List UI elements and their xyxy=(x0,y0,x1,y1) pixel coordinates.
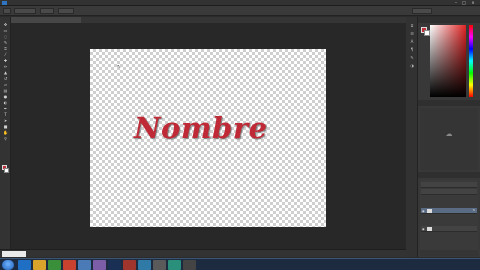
fx-icon[interactable]: fx xyxy=(473,208,475,214)
photoshop-logo-icon[interactable] xyxy=(2,1,7,5)
collapsed-panel-icons: ⧖ ☰ A ¶ ✎ ◑ xyxy=(406,17,418,257)
menu-item-type[interactable] xyxy=(42,1,48,5)
menu-item-file[interactable] xyxy=(10,1,16,5)
background-color-swatch[interactable] xyxy=(4,168,9,173)
tab-paths[interactable] xyxy=(449,173,459,177)
tab-color[interactable] xyxy=(421,18,431,22)
history-brush-icon[interactable]: ↺ xyxy=(3,77,8,81)
chrome-icon[interactable] xyxy=(63,260,76,270)
mouse-cursor-icon: ↖ xyxy=(117,64,122,70)
options-bar xyxy=(0,6,480,16)
properties-panel-icon[interactable]: ☰ xyxy=(409,31,415,36)
layer-filter-row[interactable] xyxy=(421,182,477,188)
quick-select-icon[interactable]: ✎ xyxy=(3,41,8,45)
system-tray xyxy=(444,260,478,270)
media-icon[interactable] xyxy=(48,260,61,270)
history-panel-icon[interactable]: ⧖ xyxy=(409,23,415,28)
tab-libraries[interactable] xyxy=(421,101,435,105)
app-icon[interactable] xyxy=(93,260,106,270)
windows-taskbar xyxy=(0,258,480,270)
app-icon[interactable] xyxy=(138,260,151,270)
layer-thumbnail xyxy=(427,209,432,213)
creative-cloud-icon: ☁ xyxy=(445,130,453,138)
color-panel-tabs xyxy=(418,17,480,23)
tool-preset-picker[interactable] xyxy=(3,8,11,14)
libraries-panel xyxy=(420,108,478,170)
tab-adjustments[interactable] xyxy=(438,101,452,105)
stamp-icon[interactable]: ▲ xyxy=(3,71,8,75)
workspace-switcher[interactable] xyxy=(412,8,432,14)
eye-icon[interactable]: ◉ xyxy=(422,227,426,231)
hand-icon[interactable]: ✋ xyxy=(3,131,8,135)
brush-icon[interactable]: ✏ xyxy=(3,65,8,69)
tab-channels[interactable] xyxy=(434,173,446,177)
gradient-icon[interactable]: ▤ xyxy=(3,89,8,93)
hue-slider[interactable] xyxy=(469,25,473,97)
app-icon[interactable] xyxy=(183,260,196,270)
layer-blend-row[interactable] xyxy=(421,189,477,195)
menu-item-image[interactable] xyxy=(26,1,32,5)
app-icon[interactable] xyxy=(78,260,91,270)
healing-icon[interactable]: ✚ xyxy=(3,59,8,63)
dodge-icon[interactable]: ◐ xyxy=(3,101,8,105)
eyedropper-icon[interactable]: ⁄ xyxy=(3,53,8,57)
crop-icon[interactable]: ⌗ xyxy=(3,47,8,51)
tools-panel: ✥ ▭ ◌ ✎ ⌗ ⁄ ✚ ✏ ▲ ↺ ▱ ▤ ● ◐ ✒ T ➤ ■ ✋ ⚲ xyxy=(0,17,11,257)
libraries-link[interactable] xyxy=(440,153,458,157)
windows-start-icon[interactable] xyxy=(2,260,14,270)
marquee-icon[interactable]: ▭ xyxy=(3,29,8,33)
ie-icon[interactable] xyxy=(18,260,31,270)
zoom-icon[interactable]: ⚲ xyxy=(3,137,8,141)
tab-swatches[interactable] xyxy=(434,18,446,22)
pen-icon[interactable]: ✒ xyxy=(3,107,8,111)
color-picker-field[interactable] xyxy=(430,25,466,97)
option-dropdown[interactable] xyxy=(14,8,36,14)
move-icon[interactable]: ✥ xyxy=(3,23,8,27)
text-tool-icon[interactable]: T xyxy=(3,113,8,117)
blur-icon[interactable]: ● xyxy=(3,95,8,99)
layer-row[interactable]: ◉ fx xyxy=(421,208,477,214)
canvas-text-layer[interactable]: Nombre xyxy=(134,111,268,145)
app-icon[interactable] xyxy=(123,260,136,270)
app-icon[interactable] xyxy=(168,260,181,270)
libraries-panel-tabs xyxy=(418,100,480,106)
document-canvas[interactable]: Nombre xyxy=(90,49,326,227)
path-select-icon[interactable]: ➤ xyxy=(3,119,8,123)
eye-icon[interactable]: ◉ xyxy=(422,209,426,213)
lasso-icon[interactable]: ◌ xyxy=(3,35,8,39)
layer-thumbnail xyxy=(427,227,432,231)
zoom-level-field[interactable] xyxy=(2,251,26,257)
menu-item-edit[interactable] xyxy=(18,1,24,5)
option-field[interactable] xyxy=(58,8,74,14)
photoshop-icon[interactable] xyxy=(108,260,121,270)
menu-item-layer[interactable] xyxy=(34,1,40,5)
character-panel-icon[interactable]: A xyxy=(409,39,415,44)
brushes-panel-icon[interactable]: ✎ xyxy=(409,55,415,60)
eraser-icon[interactable]: ▱ xyxy=(3,83,8,87)
paragraph-panel-icon[interactable]: ¶ xyxy=(409,47,415,52)
option-field[interactable] xyxy=(40,8,54,14)
shape-icon[interactable]: ■ xyxy=(3,125,8,129)
layers-panel-buttons[interactable] xyxy=(420,250,478,256)
tab-layers[interactable] xyxy=(421,173,431,177)
app-icon[interactable] xyxy=(153,260,166,270)
explorer-icon[interactable] xyxy=(33,260,46,270)
adjustments-panel-icon[interactable]: ◑ xyxy=(409,63,415,68)
status-bar xyxy=(0,249,406,257)
layers-panel-tabs xyxy=(418,172,480,178)
layer-row[interactable]: ◉ xyxy=(421,226,477,232)
